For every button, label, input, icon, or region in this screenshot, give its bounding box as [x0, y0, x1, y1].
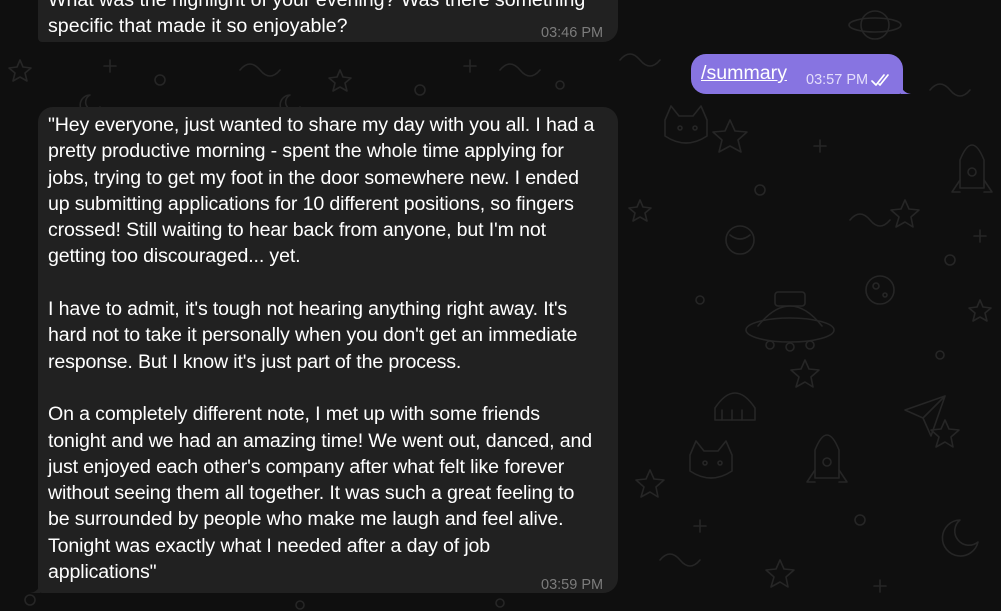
star-icon [712, 119, 748, 153]
star-icon [628, 199, 652, 222]
star-icon [765, 559, 795, 588]
planet-icon [848, 10, 902, 40]
ufo-icon [745, 291, 835, 352]
rocket-icon [806, 434, 848, 483]
message-time: 03:46 PM [541, 25, 604, 41]
star-icon [8, 59, 32, 82]
observatory-icon [714, 392, 756, 421]
bubble-tail [901, 82, 911, 94]
rocket-icon [951, 144, 993, 193]
star-icon [968, 299, 992, 322]
bubble-tail [30, 581, 40, 593]
star-icon [790, 359, 820, 388]
cat-icon [689, 440, 733, 479]
message-time: 03:59 PM [541, 577, 604, 593]
message-text: What was the highlight of your evening? … [48, 0, 586, 38]
cat-icon [664, 105, 708, 144]
moon-icon [941, 519, 979, 557]
star-icon [890, 199, 920, 228]
planet-icon [865, 275, 895, 305]
incoming-message-bubble: What was the highlight of your evening? … [38, 0, 618, 42]
star-icon [328, 69, 352, 92]
summary-command-link[interactable]: /summary [701, 61, 787, 85]
double-check-icon [871, 74, 889, 86]
outgoing-message-bubble: /summary 03:57 PM [691, 54, 911, 94]
message-time: 03:57 PM [806, 72, 869, 88]
star-icon [635, 469, 665, 498]
incoming-message-bubble: "Hey everyone, just wanted to share my d… [30, 107, 618, 593]
message-text: "Hey everyone, just wanted to share my d… [48, 114, 595, 584]
planet-icon [725, 225, 755, 255]
